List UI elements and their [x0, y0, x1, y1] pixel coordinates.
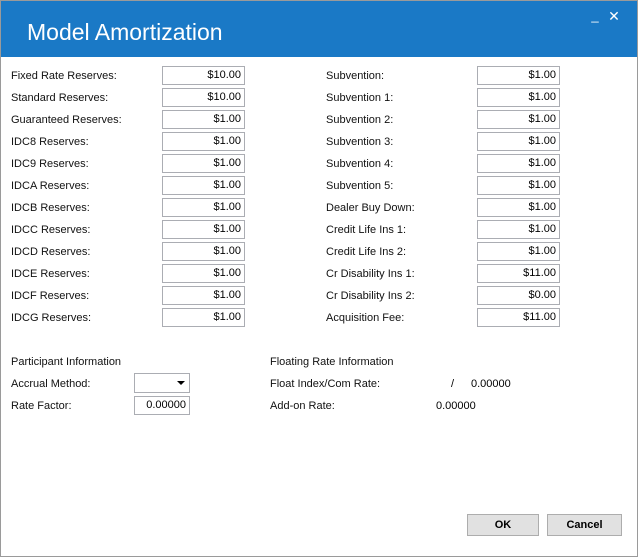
ok-button[interactable]: OK — [467, 514, 539, 536]
dealer-buy-down-field[interactable]: $1.00 — [477, 198, 560, 217]
idcf-reserves-label: IDCF Reserves: — [11, 290, 90, 302]
floating-rate-heading: Floating Rate Information — [270, 356, 394, 368]
credit-life-ins-2-field[interactable]: $1.00 — [477, 242, 560, 261]
cancel-button[interactable]: Cancel — [547, 514, 622, 536]
subvention-field[interactable]: $1.00 — [477, 66, 560, 85]
subvention-label: Subvention: — [326, 70, 385, 82]
rate-factor-label: Rate Factor: — [11, 400, 72, 412]
idce-reserves-field[interactable]: $1.00 — [162, 264, 245, 283]
standard-reserves-field[interactable]: $10.00 — [162, 88, 245, 107]
guaranteed-reserves-field[interactable]: $1.00 — [162, 110, 245, 129]
subvention-1-label: Subvention 1: — [326, 92, 394, 104]
dealer-buy-down-label: Dealer Buy Down: — [326, 202, 415, 214]
idce-reserves-label: IDCE Reserves: — [11, 268, 90, 280]
window-title: Model Amortization — [27, 19, 223, 45]
float-index-value: 0.00000 — [471, 378, 511, 390]
subvention-1-field[interactable]: $1.00 — [477, 88, 560, 107]
credit-life-ins-1-label: Credit Life Ins 1: — [326, 224, 407, 236]
idcb-reserves-field[interactable]: $1.00 — [162, 198, 245, 217]
idc9-reserves-label: IDC9 Reserves: — [11, 158, 89, 170]
standard-reserves-label: Standard Reserves: — [11, 92, 109, 104]
accrual-method-label: Accrual Method: — [11, 378, 91, 390]
idcd-reserves-field[interactable]: $1.00 — [162, 242, 245, 261]
model-amortization-window: Model Amortization _ ✕ Fixed Rate Reserv… — [0, 0, 638, 557]
chevron-down-icon — [177, 381, 185, 385]
close-icon[interactable]: ✕ — [603, 7, 625, 25]
subvention-2-label: Subvention 2: — [326, 114, 394, 126]
participant-heading: Participant Information — [11, 356, 122, 368]
cr-disability-ins-1-label: Cr Disability Ins 1: — [326, 268, 415, 280]
idcd-reserves-label: IDCD Reserves: — [11, 246, 91, 258]
cr-disability-ins-1-field[interactable]: $11.00 — [477, 264, 560, 283]
idcf-reserves-field[interactable]: $1.00 — [162, 286, 245, 305]
cr-disability-ins-2-label: Cr Disability Ins 2: — [326, 290, 415, 302]
fixed-rate-reserves-field[interactable]: $10.00 — [162, 66, 245, 85]
subvention-4-label: Subvention 4: — [326, 158, 394, 170]
idca-reserves-label: IDCA Reserves: — [11, 180, 90, 192]
idca-reserves-field[interactable]: $1.00 — [162, 176, 245, 195]
addon-rate-value: 0.00000 — [436, 400, 476, 412]
idc8-reserves-field[interactable]: $1.00 — [162, 132, 245, 151]
float-index-separator: / — [451, 378, 455, 390]
idcc-reserves-label: IDCC Reserves: — [11, 224, 91, 236]
subvention-4-field[interactable]: $1.00 — [477, 154, 560, 173]
fixed-rate-reserves-label: Fixed Rate Reserves: — [11, 70, 117, 82]
credit-life-ins-1-field[interactable]: $1.00 — [477, 220, 560, 239]
addon-rate-label: Add-on Rate: — [270, 400, 335, 412]
idc8-reserves-label: IDC8 Reserves: — [11, 136, 89, 148]
guaranteed-reserves-label: Guaranteed Reserves: — [11, 114, 122, 126]
acquisition-fee-field[interactable]: $11.00 — [477, 308, 560, 327]
credit-life-ins-2-label: Credit Life Ins 2: — [326, 246, 407, 258]
subvention-5-field[interactable]: $1.00 — [477, 176, 560, 195]
idc9-reserves-field[interactable]: $1.00 — [162, 154, 245, 173]
cr-disability-ins-2-field[interactable]: $0.00 — [477, 286, 560, 305]
acquisition-fee-label: Acquisition Fee: — [326, 312, 405, 324]
title-bar[interactable]: Model Amortization _ ✕ — [1, 1, 637, 57]
rate-factor-field[interactable]: 0.00000 — [134, 396, 190, 415]
subvention-3-field[interactable]: $1.00 — [477, 132, 560, 151]
subvention-2-field[interactable]: $1.00 — [477, 110, 560, 129]
subvention-3-label: Subvention 3: — [326, 136, 394, 148]
float-index-label: Float Index/Com Rate: — [270, 378, 381, 390]
subvention-5-label: Subvention 5: — [326, 180, 394, 192]
idcc-reserves-field[interactable]: $1.00 — [162, 220, 245, 239]
idcb-reserves-label: IDCB Reserves: — [11, 202, 90, 214]
accrual-method-dropdown[interactable] — [134, 373, 190, 393]
idcg-reserves-field[interactable]: $1.00 — [162, 308, 245, 327]
idcg-reserves-label: IDCG Reserves: — [11, 312, 92, 324]
